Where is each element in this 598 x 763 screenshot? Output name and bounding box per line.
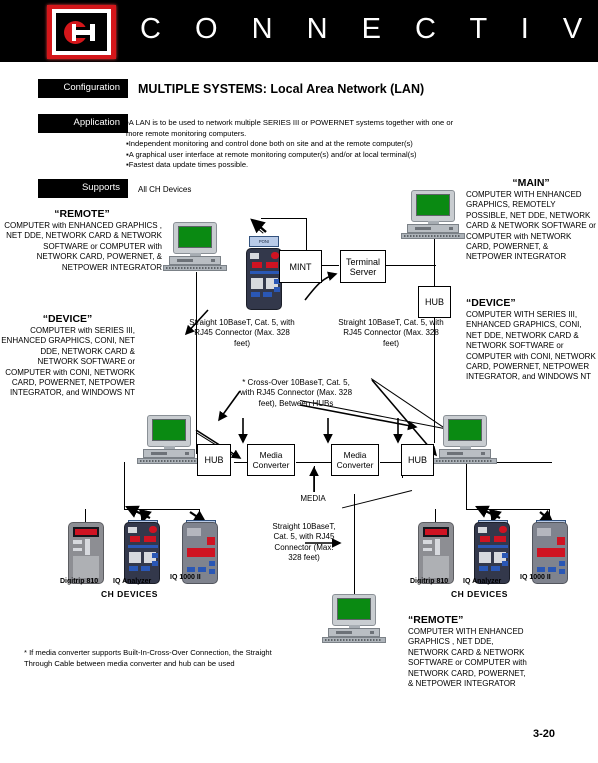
node-hub-left[interactable]: HUB [197, 444, 231, 476]
node-hub-main[interactable]: HUB [418, 286, 451, 318]
computer-remote-bottom [322, 594, 388, 643]
block-device-left: “DEVICE” COMPUTER with SERIES III, ENHAN… [0, 312, 135, 399]
page-number: 3-20 [533, 728, 556, 740]
cable-straight-right: Straight 10BaseT, Cat. 5, with RJ45 Conn… [338, 318, 444, 348]
label-media: MEDIA [300, 494, 326, 503]
device-label-iq-analyzer-right: IQ Analyzer [463, 578, 502, 585]
device-iq-analyzer-right [474, 522, 510, 584]
block-main-right: “MAIN” COMPUTER WITH ENHANCED GRAPHICS, … [466, 176, 596, 263]
device-iq-analyzer-left [124, 522, 160, 584]
computer-main-right [401, 190, 467, 239]
cable-straight-left: Straight 10BaseT, Cat. 5, with RJ45 Conn… [189, 318, 295, 348]
block-main-right-body: COMPUTER WITH ENHANCED GRAPHICS, REMOTEL… [466, 190, 596, 262]
device-label-iq1000-right: IQ 1000 II [520, 574, 551, 581]
device-digitrip-810-left [68, 522, 104, 584]
device-label-iq1000-left: IQ 1000 II [170, 574, 201, 581]
computer-remote-left [163, 222, 229, 271]
device-group-right: CH DEVICES [451, 589, 508, 599]
poni-module-top: PONI [249, 236, 279, 247]
device-label-iq-analyzer-left: IQ Analyzer [113, 578, 152, 585]
block-device-right-body: COMPUTER WITH SERIES III, ENHANCED GRAPH… [466, 310, 596, 382]
device-label-digitrip-right: Digitrip 810 [410, 578, 449, 585]
device-iq-analyzer-top [246, 248, 282, 310]
device-group-left: CH DEVICES [101, 589, 158, 599]
computer-device-left [137, 415, 203, 464]
block-remote-left-heading: “REMOTE” [54, 208, 110, 220]
block-device-right-heading: “DEVICE” [466, 297, 516, 309]
block-remote-left: “REMOTE” COMPUTER with ENHANCED GRAPHICS… [2, 207, 162, 273]
node-media-converter-2[interactable]: Media Converter [331, 444, 379, 476]
node-terminal-server[interactable]: Terminal Server [340, 250, 386, 283]
block-device-left-body: COMPUTER with SERIES III, ENHANCED GRAPH… [1, 326, 135, 398]
block-device-left-heading: “DEVICE” [42, 313, 93, 325]
block-main-right-heading: “MAIN” [512, 177, 550, 189]
block-remote-left-body: COMPUTER with ENHANCED GRAPHICS , NET DD… [4, 221, 162, 272]
block-remote-bottom: “REMOTE” COMPUTER WITH ENHANCED GRAPHICS… [408, 613, 533, 689]
footnote: * If media converter supports Built-In-C… [24, 648, 272, 668]
node-mint[interactable]: MINT [279, 250, 322, 283]
block-remote-bottom-heading: “REMOTE” [408, 614, 464, 626]
computer-device-right [433, 415, 499, 464]
node-hub-right[interactable]: HUB [401, 444, 434, 476]
node-media-converter-1[interactable]: Media Converter [247, 444, 295, 476]
device-digitrip-810-right [418, 522, 454, 584]
block-device-right: “DEVICE” COMPUTER WITH SERIES III, ENHAN… [466, 296, 598, 383]
cable-straight-bottom: Straight 10BaseT, Cat. 5, with RJ45 Conn… [272, 522, 336, 563]
cable-crossover: * Cross-Over 10BaseT, Cat. 5, with RJ45 … [239, 378, 353, 408]
block-remote-bottom-body: COMPUTER WITH ENHANCED GRAPHICS , NET DD… [408, 627, 527, 689]
device-label-digitrip-left: Digitrip 810 [60, 578, 99, 585]
